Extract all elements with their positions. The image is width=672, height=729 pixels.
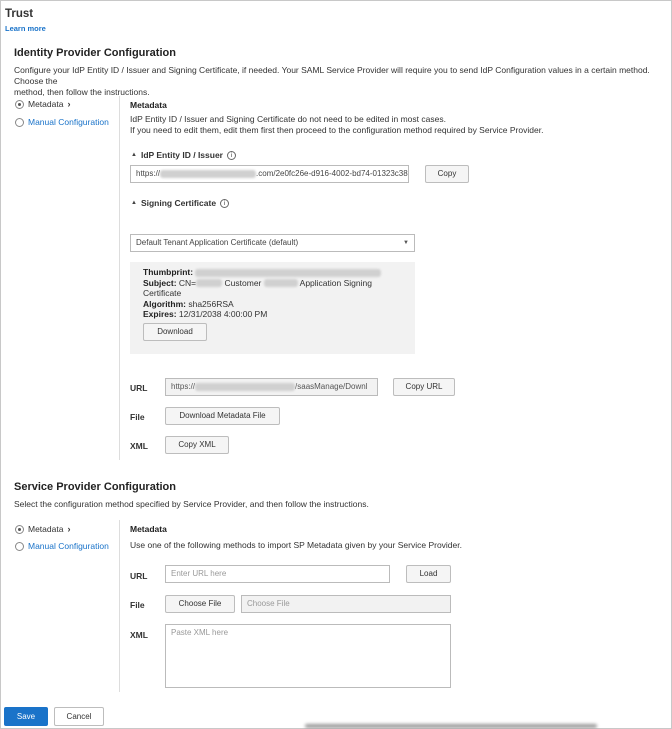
- copy-entity-id-button[interactable]: Copy: [425, 165, 469, 183]
- idp-panel-title: Metadata: [130, 100, 167, 110]
- collapse-up-icon[interactable]: ▲: [131, 200, 137, 206]
- chevron-right-icon: ›: [67, 524, 71, 534]
- signing-cert-section-header[interactable]: ▲ Signing Certificate i: [131, 198, 230, 208]
- idp-heading: Identity Provider Configuration: [14, 47, 176, 59]
- radio-icon[interactable]: [15, 541, 24, 551]
- sp-panel-note: Use one of the following methods to impo…: [130, 540, 462, 550]
- sp-divider: [119, 520, 120, 692]
- copy-url-button[interactable]: Copy URL: [393, 378, 455, 396]
- sp-option-manual[interactable]: Manual Configuration: [15, 541, 109, 551]
- entity-id-input[interactable]: https://.com/2e0fc26e-d916-4002-bd74-013…: [130, 165, 409, 183]
- certificate-details: Thumbprint: Subject: CN= Customer Applic…: [143, 267, 382, 320]
- learn-more-link[interactable]: Learn more: [5, 24, 46, 33]
- sp-url-input[interactable]: Enter URL here: [165, 565, 390, 583]
- cancel-button[interactable]: Cancel: [54, 707, 104, 726]
- choose-file-button[interactable]: Choose File: [165, 595, 235, 613]
- chevron-down-icon: ▼: [403, 240, 409, 246]
- copy-xml-button[interactable]: Copy XML: [165, 436, 229, 454]
- redacted-host: [160, 169, 257, 178]
- idp-description: Configure your IdP Entity ID / Issuer an…: [14, 65, 650, 97]
- info-icon[interactable]: i: [227, 150, 236, 160]
- sp-url-label: URL: [130, 571, 148, 581]
- chevron-right-icon: ›: [67, 99, 71, 109]
- url-label: URL: [130, 383, 148, 393]
- load-url-button[interactable]: Load: [406, 565, 451, 583]
- xml-label: XML: [130, 441, 148, 451]
- radio-selected-icon[interactable]: [15, 524, 24, 534]
- sp-description: Select the configuration method specifie…: [14, 499, 369, 509]
- metadata-url-input[interactable]: https:///saasManage/Downl: [165, 378, 378, 396]
- chosen-file-display: Choose File: [241, 595, 451, 613]
- radio-selected-icon[interactable]: [15, 99, 24, 109]
- idp-option-manual[interactable]: Manual Configuration: [15, 117, 109, 127]
- redacted-thumbprint: [195, 268, 382, 277]
- idp-divider: [119, 96, 120, 460]
- file-label: File: [130, 412, 145, 422]
- info-icon[interactable]: i: [220, 198, 230, 208]
- radio-icon[interactable]: [15, 117, 24, 127]
- certificate-select[interactable]: Default Tenant Application Certificate (…: [130, 234, 415, 252]
- sp-option-metadata[interactable]: Metadata ›: [15, 524, 70, 534]
- sp-panel-title: Metadata: [130, 524, 167, 534]
- redacted-cn: [196, 279, 223, 288]
- sp-heading: Service Provider Configuration: [14, 481, 176, 493]
- save-button[interactable]: Save: [4, 707, 48, 726]
- page-title: Trust: [5, 8, 34, 20]
- download-certificate-button[interactable]: Download: [143, 323, 207, 341]
- bottom-shadow-bar: [305, 724, 597, 728]
- window-frame: [0, 0, 672, 729]
- sp-xml-textarea[interactable]: Paste XML here: [165, 624, 451, 688]
- redacted-host: [195, 382, 296, 391]
- collapse-up-icon[interactable]: ▲: [131, 152, 137, 158]
- download-metadata-file-button[interactable]: Download Metadata File: [165, 407, 280, 425]
- idp-panel-note: IdP Entity ID / Issuer and Signing Certi…: [130, 114, 544, 135]
- sp-xml-label: XML: [130, 630, 148, 640]
- entity-id-section-header[interactable]: ▲ IdP Entity ID / Issuer i: [131, 150, 236, 160]
- redacted-customer: [263, 279, 298, 288]
- sp-file-label: File: [130, 600, 145, 610]
- idp-option-metadata[interactable]: Metadata ›: [15, 99, 70, 109]
